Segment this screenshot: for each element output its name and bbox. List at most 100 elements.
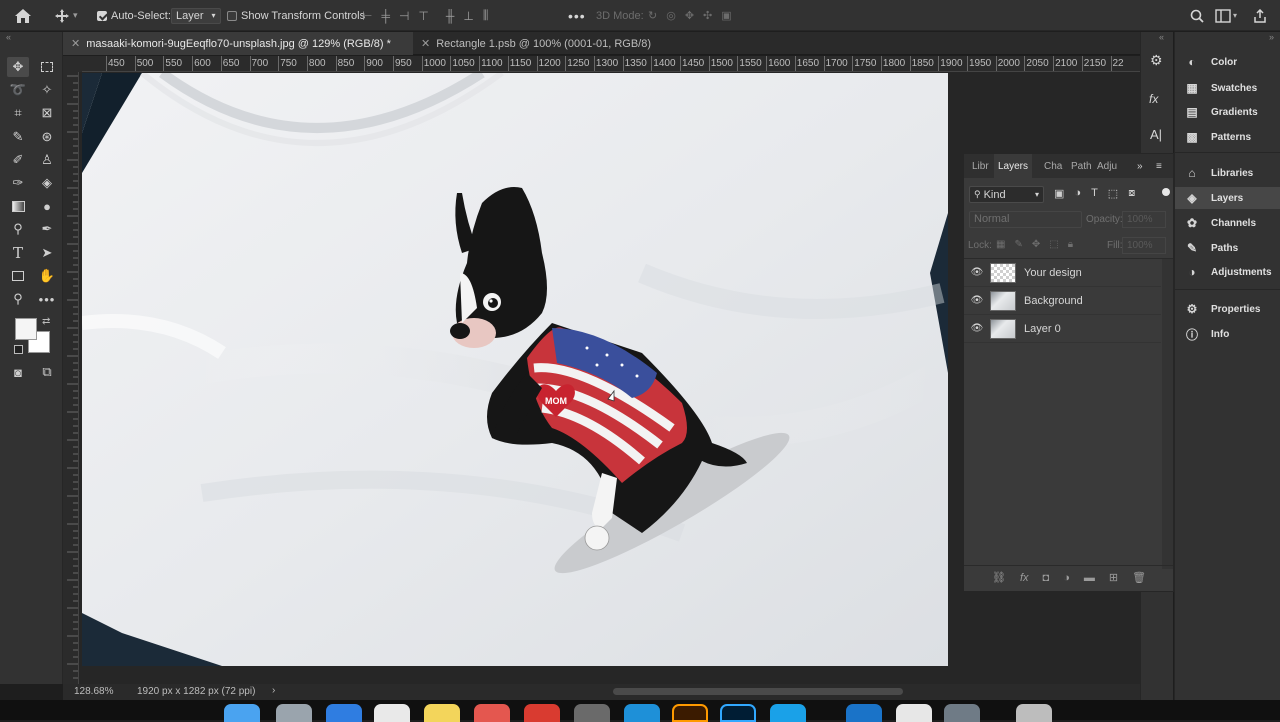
quick-mask-icon[interactable]: ◙ bbox=[7, 362, 29, 382]
layer-name[interactable]: Background bbox=[1024, 295, 1083, 307]
expand-arrows-icon[interactable]: « bbox=[1159, 32, 1164, 42]
telegram-app-icon[interactable] bbox=[624, 704, 660, 722]
dock-item-layers[interactable]: ◈ Layers bbox=[1175, 187, 1280, 209]
healing-brush-tool-icon[interactable]: ⊛ bbox=[36, 127, 58, 147]
documents-app-icon[interactable] bbox=[896, 704, 932, 722]
align-center-icon[interactable]: ╪ bbox=[381, 9, 390, 23]
collapse-arrows-icon[interactable]: « bbox=[6, 32, 11, 42]
align-bottom-icon[interactable]: ⊥ bbox=[463, 9, 473, 23]
layer-style-fx-icon[interactable]: fx bbox=[1020, 572, 1029, 584]
path-selection-tool-icon[interactable]: ➤ bbox=[36, 243, 58, 263]
brush-settings-icon[interactable]: ⚙ bbox=[1150, 52, 1163, 69]
character-icon[interactable]: A| bbox=[1150, 127, 1162, 142]
dock-item-info[interactable]: ⓘ Info bbox=[1183, 323, 1229, 345]
launchpad-app-icon[interactable] bbox=[276, 704, 312, 722]
layer-row-your-design[interactable]: 👁︎ Your design bbox=[964, 259, 1161, 287]
auto-select-dropdown[interactable]: Layer ▾ bbox=[171, 7, 221, 24]
move-tool-icon[interactable]: ✥ bbox=[7, 57, 29, 77]
dock-item-patterns[interactable]: ▩ Patterns bbox=[1183, 126, 1251, 148]
new-layer-icon[interactable]: ⊞ bbox=[1109, 571, 1118, 584]
search-icon[interactable] bbox=[1190, 0, 1204, 31]
vertical-ruler[interactable] bbox=[63, 72, 79, 684]
blend-mode-dropdown[interactable]: Normal bbox=[969, 211, 1082, 228]
status-menu-chevron-icon[interactable]: › bbox=[272, 685, 275, 696]
chrome-app-icon[interactable] bbox=[524, 704, 560, 722]
delete-layer-icon[interactable]: 🗑︎ bbox=[1132, 571, 1146, 584]
brush-tool-icon[interactable]: ✐ bbox=[7, 150, 29, 170]
lasso-tool-icon[interactable]: ➰ bbox=[7, 80, 29, 100]
lock-transparency-icon[interactable]: ▦ bbox=[996, 239, 1005, 250]
eraser-tool-icon[interactable]: ◈ bbox=[36, 173, 58, 193]
move-tool-preset-icon[interactable]: ▾ bbox=[54, 0, 78, 31]
photoshop-app-icon[interactable] bbox=[720, 704, 756, 722]
tab-document-1[interactable]: ✕ masaaki-komori-9ugEeqflo70-unsplash.jp… bbox=[63, 32, 413, 55]
gradient-tool-icon[interactable] bbox=[7, 196, 29, 216]
finder-app-icon[interactable] bbox=[224, 704, 260, 722]
visibility-eye-icon[interactable]: 👁︎ bbox=[964, 323, 990, 334]
dock-item-color[interactable]: ◐ Color bbox=[1183, 51, 1237, 73]
close-icon[interactable]: ✕ bbox=[421, 37, 430, 50]
crop-tool-icon[interactable]: ⌗ bbox=[7, 103, 29, 123]
collapse-dock-icon[interactable]: » bbox=[1269, 32, 1274, 42]
workspace-icon[interactable]: ▾ bbox=[1215, 0, 1237, 31]
distribute-icon[interactable]: ⫼ bbox=[483, 8, 489, 23]
tab-channels[interactable]: Cha bbox=[1044, 154, 1062, 178]
tab-document-2[interactable]: ✕ Rectangle 1.psb @ 100% (0001-01, RGB/8… bbox=[413, 32, 663, 55]
filter-toggle[interactable] bbox=[1162, 188, 1170, 196]
photos-app-icon[interactable] bbox=[474, 704, 510, 722]
layer-row-layer-0[interactable]: 👁︎ Layer 0 bbox=[964, 315, 1161, 343]
filter-smart-object-icon[interactable]: ⧇ bbox=[1128, 187, 1135, 200]
filter-pixel-icon[interactable]: ▣ bbox=[1054, 187, 1064, 200]
notes-app-icon[interactable] bbox=[424, 704, 460, 722]
dock-item-swatches[interactable]: ▦ Swatches bbox=[1183, 77, 1257, 99]
foreground-color-swatch[interactable] bbox=[15, 318, 37, 340]
illustrator-app-icon[interactable] bbox=[672, 704, 708, 722]
layer-name[interactable]: Your design bbox=[1024, 267, 1082, 279]
clone-stamp-tool-icon[interactable]: ♙ bbox=[36, 150, 58, 170]
downloads-app-icon[interactable] bbox=[944, 704, 980, 722]
link-layers-icon[interactable]: ⛓︎ bbox=[992, 571, 1006, 584]
calendar-app-icon[interactable] bbox=[374, 704, 410, 722]
outlook-app-icon[interactable] bbox=[846, 704, 882, 722]
add-mask-icon[interactable]: ◘ bbox=[1043, 572, 1050, 584]
new-group-icon[interactable]: ▬ bbox=[1084, 572, 1095, 584]
dodge-tool-icon[interactable]: ⚲ bbox=[7, 219, 29, 239]
tab-libraries[interactable]: Libr bbox=[972, 154, 989, 178]
safari-app-icon[interactable] bbox=[326, 704, 362, 722]
filter-adjustment-icon[interactable]: ◑ bbox=[1074, 187, 1081, 200]
tab-adjustments[interactable]: Adju bbox=[1097, 154, 1117, 178]
dock-item-properties[interactable]: ⚙ Properties bbox=[1183, 298, 1261, 320]
blur-tool-icon[interactable]: ● bbox=[36, 196, 58, 216]
layers-scrollbar[interactable] bbox=[1162, 259, 1173, 569]
dock-item-paths[interactable]: ✎ Paths bbox=[1183, 237, 1238, 259]
more-tabs-icon[interactable]: » bbox=[1137, 154, 1143, 178]
lock-artboard-icon[interactable]: ⬚ bbox=[1049, 239, 1058, 250]
3d-rotate-icon[interactable]: ↻ bbox=[648, 9, 657, 22]
tab-layers[interactable]: Layers bbox=[994, 154, 1032, 178]
tab-paths[interactable]: Path bbox=[1071, 154, 1092, 178]
visibility-eye-icon[interactable]: 👁︎ bbox=[964, 267, 990, 278]
lock-pixels-icon[interactable]: ✎ bbox=[1014, 239, 1022, 250]
frame-tool-icon[interactable]: ⊠ bbox=[36, 103, 58, 123]
filter-type-icon[interactable]: T bbox=[1091, 187, 1098, 200]
zoom-level[interactable]: 128.68% bbox=[74, 686, 113, 697]
home-icon[interactable] bbox=[14, 0, 32, 31]
close-icon[interactable]: ✕ bbox=[71, 37, 80, 50]
eyedropper-tool-icon[interactable]: ✎ bbox=[7, 127, 29, 147]
magic-wand-tool-icon[interactable]: ✧ bbox=[36, 80, 58, 100]
document-canvas[interactable]: MOM bbox=[82, 73, 948, 666]
opacity-field[interactable]: 100% bbox=[1122, 211, 1166, 228]
panel-menu-icon[interactable]: ≡ bbox=[1156, 154, 1162, 178]
align-top-icon[interactable]: ⊤ bbox=[418, 9, 428, 23]
horizontal-ruler[interactable]: 450 500 550 600 650 700 750 800 850 900 950 1000 105… bbox=[82, 56, 1140, 72]
history-brush-tool-icon[interactable]: ✑ bbox=[7, 173, 29, 193]
share-icon[interactable] bbox=[1253, 0, 1267, 31]
trash-app-icon[interactable] bbox=[1016, 704, 1052, 722]
layer-name[interactable]: Layer 0 bbox=[1024, 323, 1061, 335]
skype-app-icon[interactable] bbox=[770, 704, 806, 722]
edit-toolbar-icon[interactable]: ••• bbox=[36, 289, 58, 309]
align-middle-icon[interactable]: ╫ bbox=[446, 9, 455, 23]
filter-shape-icon[interactable]: ⬚ bbox=[1108, 187, 1118, 200]
layer-filter-dropdown[interactable]: ⚲ Kind ▾ bbox=[969, 186, 1044, 203]
type-tool-icon[interactable]: T bbox=[7, 243, 29, 263]
